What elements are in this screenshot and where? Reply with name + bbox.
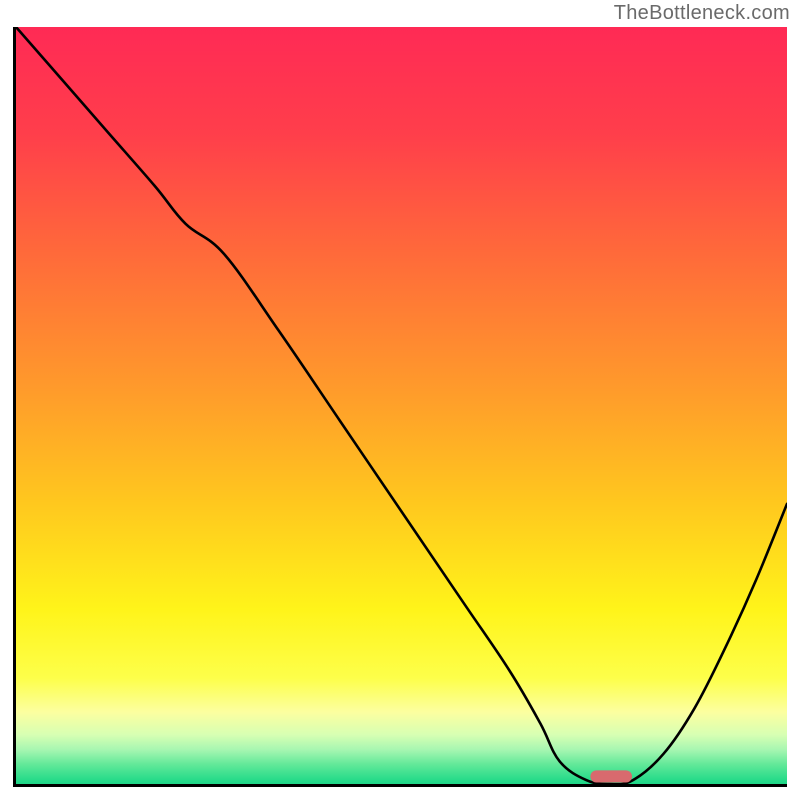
axes <box>13 27 787 787</box>
chart-container: TheBottleneck.com <box>0 0 800 800</box>
attribution-label: TheBottleneck.com <box>614 2 790 25</box>
